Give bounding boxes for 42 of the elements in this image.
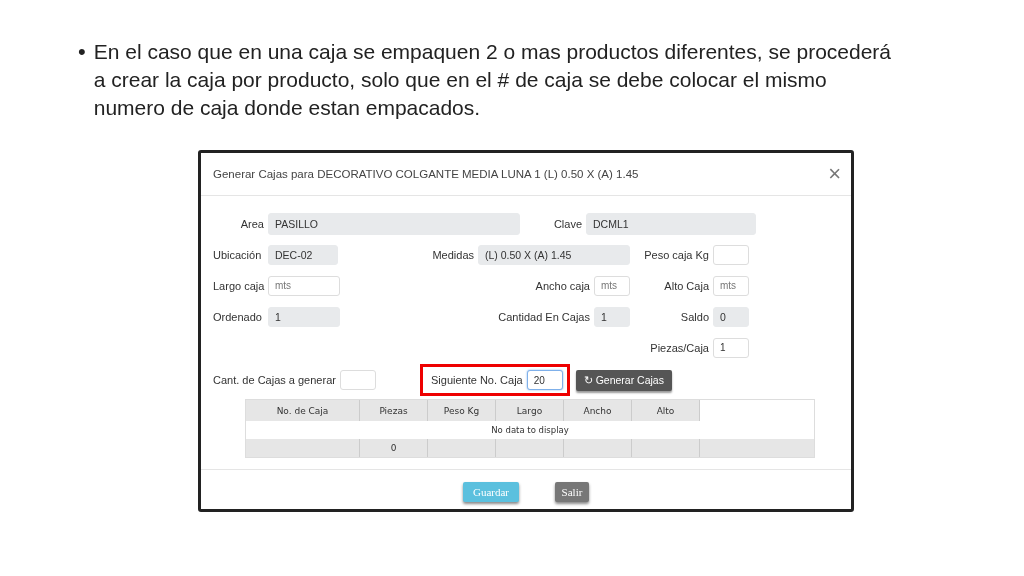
field-label: Cantidad En Cajas: [498, 310, 590, 323]
field-label: Clave: [553, 218, 582, 230]
column-header[interactable]: Piezas: [360, 400, 428, 421]
field-label: Largo caja: [213, 279, 264, 292]
field-label: Siguiente No. Caja: [431, 374, 523, 386]
readonly-field[interactable]: 1: [268, 306, 340, 327]
generate-button[interactable]: ↻ Generar Cajas: [575, 369, 672, 391]
readonly-field[interactable]: DEC-02: [268, 244, 338, 265]
input-field[interactable]: mts: [713, 275, 749, 296]
slide-text: En el caso que en una caja se empaquen 2 o mas productos diferentes, se procederá a crear la caja por producto, solo que en el # de caja se debe colocar el mismo numero de caja donde estan empacados.: [93, 39, 893, 121]
input-field[interactable]: mts: [268, 275, 340, 296]
total-value: 0: [390, 443, 397, 453]
field-label: Medidas: [432, 248, 474, 261]
readonly-field[interactable]: 0: [713, 306, 749, 327]
input-field[interactable]: [339, 370, 376, 390]
input-field[interactable]: [713, 244, 749, 265]
dialog-title: Generar Cajas para DECORATIVO COLGANTE MEDIA LUNA 1 (L) 0.50 X (A) 1.45: [213, 168, 639, 180]
readonly-field[interactable]: 1: [594, 306, 630, 327]
close-button[interactable]: ×: [828, 163, 841, 185]
readonly-field[interactable]: (L) 0.50 X (A) 1.45: [478, 244, 630, 265]
field-label: Peso caja Kg: [644, 248, 709, 261]
column-header[interactable]: Peso Kg: [428, 400, 496, 421]
exit-button[interactable]: Salir: [555, 482, 589, 502]
empty-message: No data to display: [491, 425, 569, 435]
input-field[interactable]: mts: [594, 275, 630, 296]
column-header[interactable]: No. de Caja: [246, 400, 360, 421]
field-label: Ancho caja: [535, 279, 590, 292]
field-label: Area: [240, 218, 264, 230]
field-label: Ordenado: [213, 310, 263, 323]
field-label: Cant. de Cajas a generar: [213, 374, 336, 386]
input-field[interactable]: 1: [713, 337, 749, 358]
field-label: Alto Caja: [664, 279, 709, 292]
input-field[interactable]: 20: [526, 370, 563, 390]
readonly-field[interactable]: PASILLO: [268, 213, 520, 235]
column-header[interactable]: Alto: [632, 400, 700, 421]
column-header[interactable]: Largo: [496, 400, 564, 421]
field-label: Saldo: [680, 310, 709, 323]
readonly-field[interactable]: DCML1: [586, 213, 756, 235]
field-label: Piezas/Caja: [650, 341, 709, 354]
field-label: Ubicación: [213, 248, 263, 261]
bullet-mark: •: [78, 38, 86, 66]
column-header[interactable]: Ancho: [564, 400, 632, 421]
